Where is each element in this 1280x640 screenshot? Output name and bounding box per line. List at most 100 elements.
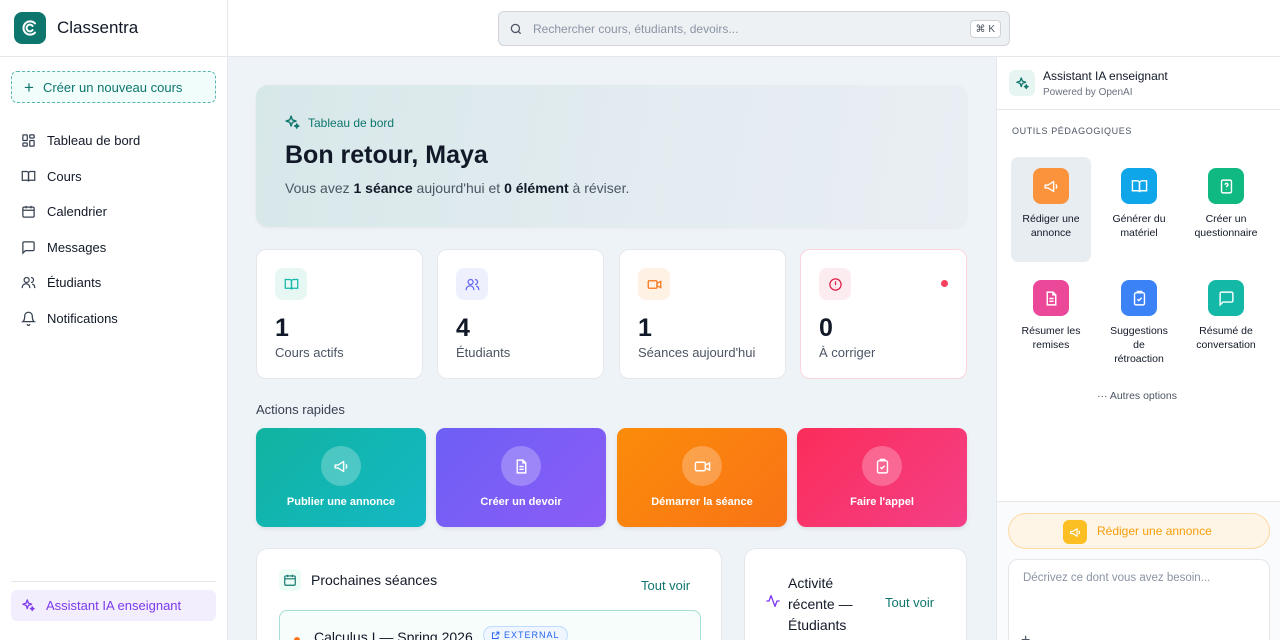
hero-sessions-count: 1 séance <box>353 180 413 196</box>
stat-label: Séances aujourd'hui <box>638 345 756 360</box>
stat-card-to-grade[interactable]: 0 À corriger <box>800 249 967 379</box>
search-input[interactable]: Rechercher cours, étudiants, devoirs... … <box>498 11 1010 46</box>
tool-draft-announcement[interactable]: Rédiger une annonce <box>1011 157 1091 262</box>
sidebar-item-ai-assistant[interactable]: Assistant IA enseignant <box>11 590 216 621</box>
quick-action-label: Faire l'appel <box>850 496 914 508</box>
quick-actions-title: Actions rapides <box>256 402 345 417</box>
tool-label-line: rétroaction <box>1114 353 1164 365</box>
tool-label-line: annonce <box>1030 227 1072 239</box>
clipboard-check-icon <box>1121 280 1157 316</box>
users-icon <box>456 268 488 300</box>
stat-card-students[interactable]: 4 Étudiants <box>437 249 604 379</box>
card-title: Prochaines séances <box>311 572 438 588</box>
sparkle-icon <box>1009 70 1035 96</box>
tool-label: Créer un questionnaire <box>1186 212 1266 240</box>
card-title-line: Étudiants <box>788 617 847 633</box>
hero-tag: Tableau de bord <box>284 114 394 131</box>
tool-label-line: matériel <box>1120 227 1158 239</box>
calendar-icon <box>22 206 35 218</box>
stat-label: Cours actifs <box>275 345 344 360</box>
external-badge: EXTERNAL <box>483 626 568 640</box>
keyboard-shortcut-badge: ⌘ K <box>969 20 1001 38</box>
tool-create-quiz[interactable]: Créer un questionnaire <box>1186 157 1266 262</box>
assistant-composer: Rédiger une annonce Décrivez ce dont vou… <box>997 501 1280 640</box>
hero-sub-text: aujourd'hui et <box>412 180 505 196</box>
sidebar-item-dashboard[interactable]: Tableau de bord <box>11 123 216 159</box>
recent-activity-card: Activité récente — Étudiants Tout voir <box>744 548 967 640</box>
tool-label-line: questionnaire <box>1194 227 1258 239</box>
tool-label-line: de <box>1133 339 1145 351</box>
sidebar-item-label: Tableau de bord <box>47 133 141 149</box>
tool-generate-material[interactable]: Générer du matériel <box>1099 157 1179 262</box>
quick-action-take-attendance[interactable]: Faire l'appel <box>797 428 967 527</box>
tool-feedback-suggestions[interactable]: Suggestions de rétroaction <box>1099 269 1179 374</box>
brand-name: Classentra <box>57 18 139 37</box>
main-content: Tableau de bord Bon retour, Maya Vous av… <box>228 57 996 640</box>
dashboard-icon <box>22 134 35 147</box>
card-title: Activité récente — Étudiants <box>788 573 853 636</box>
bell-icon <box>21 311 36 326</box>
quick-action-publish-announcement[interactable]: Publier une annonce <box>256 428 426 527</box>
megaphone-icon <box>1033 168 1069 204</box>
stat-value: 1 <box>275 314 289 342</box>
selected-tool-chip[interactable]: Rédiger une annonce <box>1008 513 1270 549</box>
welcome-banner: Tableau de bord Bon retour, Maya Vous av… <box>256 85 967 227</box>
logo-icon <box>14 12 46 44</box>
see-all-link[interactable]: Tout voir <box>641 578 690 593</box>
stat-card-sessions-today[interactable]: 1 Séances aujourd'hui <box>619 249 786 379</box>
question-icon <box>1208 168 1244 204</box>
tool-label-line: Suggestions <box>1110 325 1168 337</box>
tool-label: Générer du matériel <box>1099 212 1179 240</box>
session-item[interactable]: Calculus I — Spring 2026 EXTERNAL <box>279 610 701 640</box>
new-course-label: Créer un nouveau cours <box>42 79 183 95</box>
quick-action-label: Publier une annonce <box>286 496 396 508</box>
quick-action-start-session[interactable]: Démarrer la séance <box>617 428 787 527</box>
tool-conversation-summary[interactable]: Résumé de conversation <box>1186 269 1266 374</box>
stat-card-active-courses[interactable]: 1 Cours actifs <box>256 249 423 379</box>
sidebar-item-calendar[interactable]: Calendrier <box>11 194 216 230</box>
sidebar-item-courses[interactable]: Cours <box>11 159 216 195</box>
sidebar-item-label: Calendrier <box>47 204 107 220</box>
sidebar-item-notifications[interactable]: Notifications <box>11 301 216 337</box>
book-open-icon <box>1121 168 1157 204</box>
tool-label: Suggestions de rétroaction <box>1099 324 1179 366</box>
tool-label-line: Rédiger une <box>1022 213 1080 225</box>
quick-action-label: Créer un devoir <box>480 496 562 508</box>
new-course-button[interactable]: + Créer un nouveau cours <box>11 71 216 103</box>
page-title: Bon retour, Maya <box>285 141 488 169</box>
tool-label-line: Générer du <box>1112 213 1166 225</box>
see-all-link[interactable]: Tout voir <box>885 595 934 610</box>
document-icon <box>1033 280 1069 316</box>
ai-assistant-panel: Assistant IA enseignant Powered by OpenA… <box>996 57 1280 640</box>
megaphone-icon <box>321 446 361 486</box>
stat-value: 1 <box>638 314 652 342</box>
prompt-placeholder: Décrivez ce dont vous avez besoin... <box>1023 572 1211 584</box>
attach-plus-icon[interactable]: + <box>1021 632 1030 640</box>
sidebar-item-students[interactable]: Étudiants <box>11 265 216 301</box>
panel-header: Assistant IA enseignant Powered by OpenA… <box>997 57 1280 110</box>
assistant-prompt-input[interactable]: Décrivez ce dont vous avez besoin... + <box>1008 559 1270 640</box>
tool-label-line: conversation <box>1196 339 1256 351</box>
session-title: Calculus I — Spring 2026 <box>314 629 473 640</box>
stat-value: 4 <box>456 314 470 342</box>
hero-subtitle: Vous avez 1 séance aujourd'hui et 0 élém… <box>285 180 629 196</box>
sidebar-item-label: Messages <box>47 239 107 255</box>
tool-summarize-submissions[interactable]: Résumer les remises <box>1011 269 1091 374</box>
tool-label-line: Résumé de <box>1199 325 1253 337</box>
sparkle-icon <box>22 599 35 612</box>
sidebar-item-messages[interactable]: Messages <box>11 230 216 266</box>
megaphone-icon <box>1063 520 1087 544</box>
more-options-button[interactable]: ··· Autres options <box>1097 390 1177 402</box>
document-icon <box>501 446 541 486</box>
brand[interactable]: Classentra <box>0 0 227 57</box>
tool-label: Résumer les remises <box>1011 324 1091 352</box>
message-icon <box>22 241 35 255</box>
notification-dot <box>941 280 948 287</box>
hero-sub-text: Vous avez <box>285 180 354 196</box>
external-link-icon <box>492 631 500 639</box>
panel-subtitle: Powered by OpenAI <box>1043 87 1133 98</box>
book-open-icon <box>275 268 307 300</box>
quick-action-create-assignment[interactable]: Créer un devoir <box>436 428 606 527</box>
video-icon <box>638 268 670 300</box>
message-icon <box>1208 280 1244 316</box>
